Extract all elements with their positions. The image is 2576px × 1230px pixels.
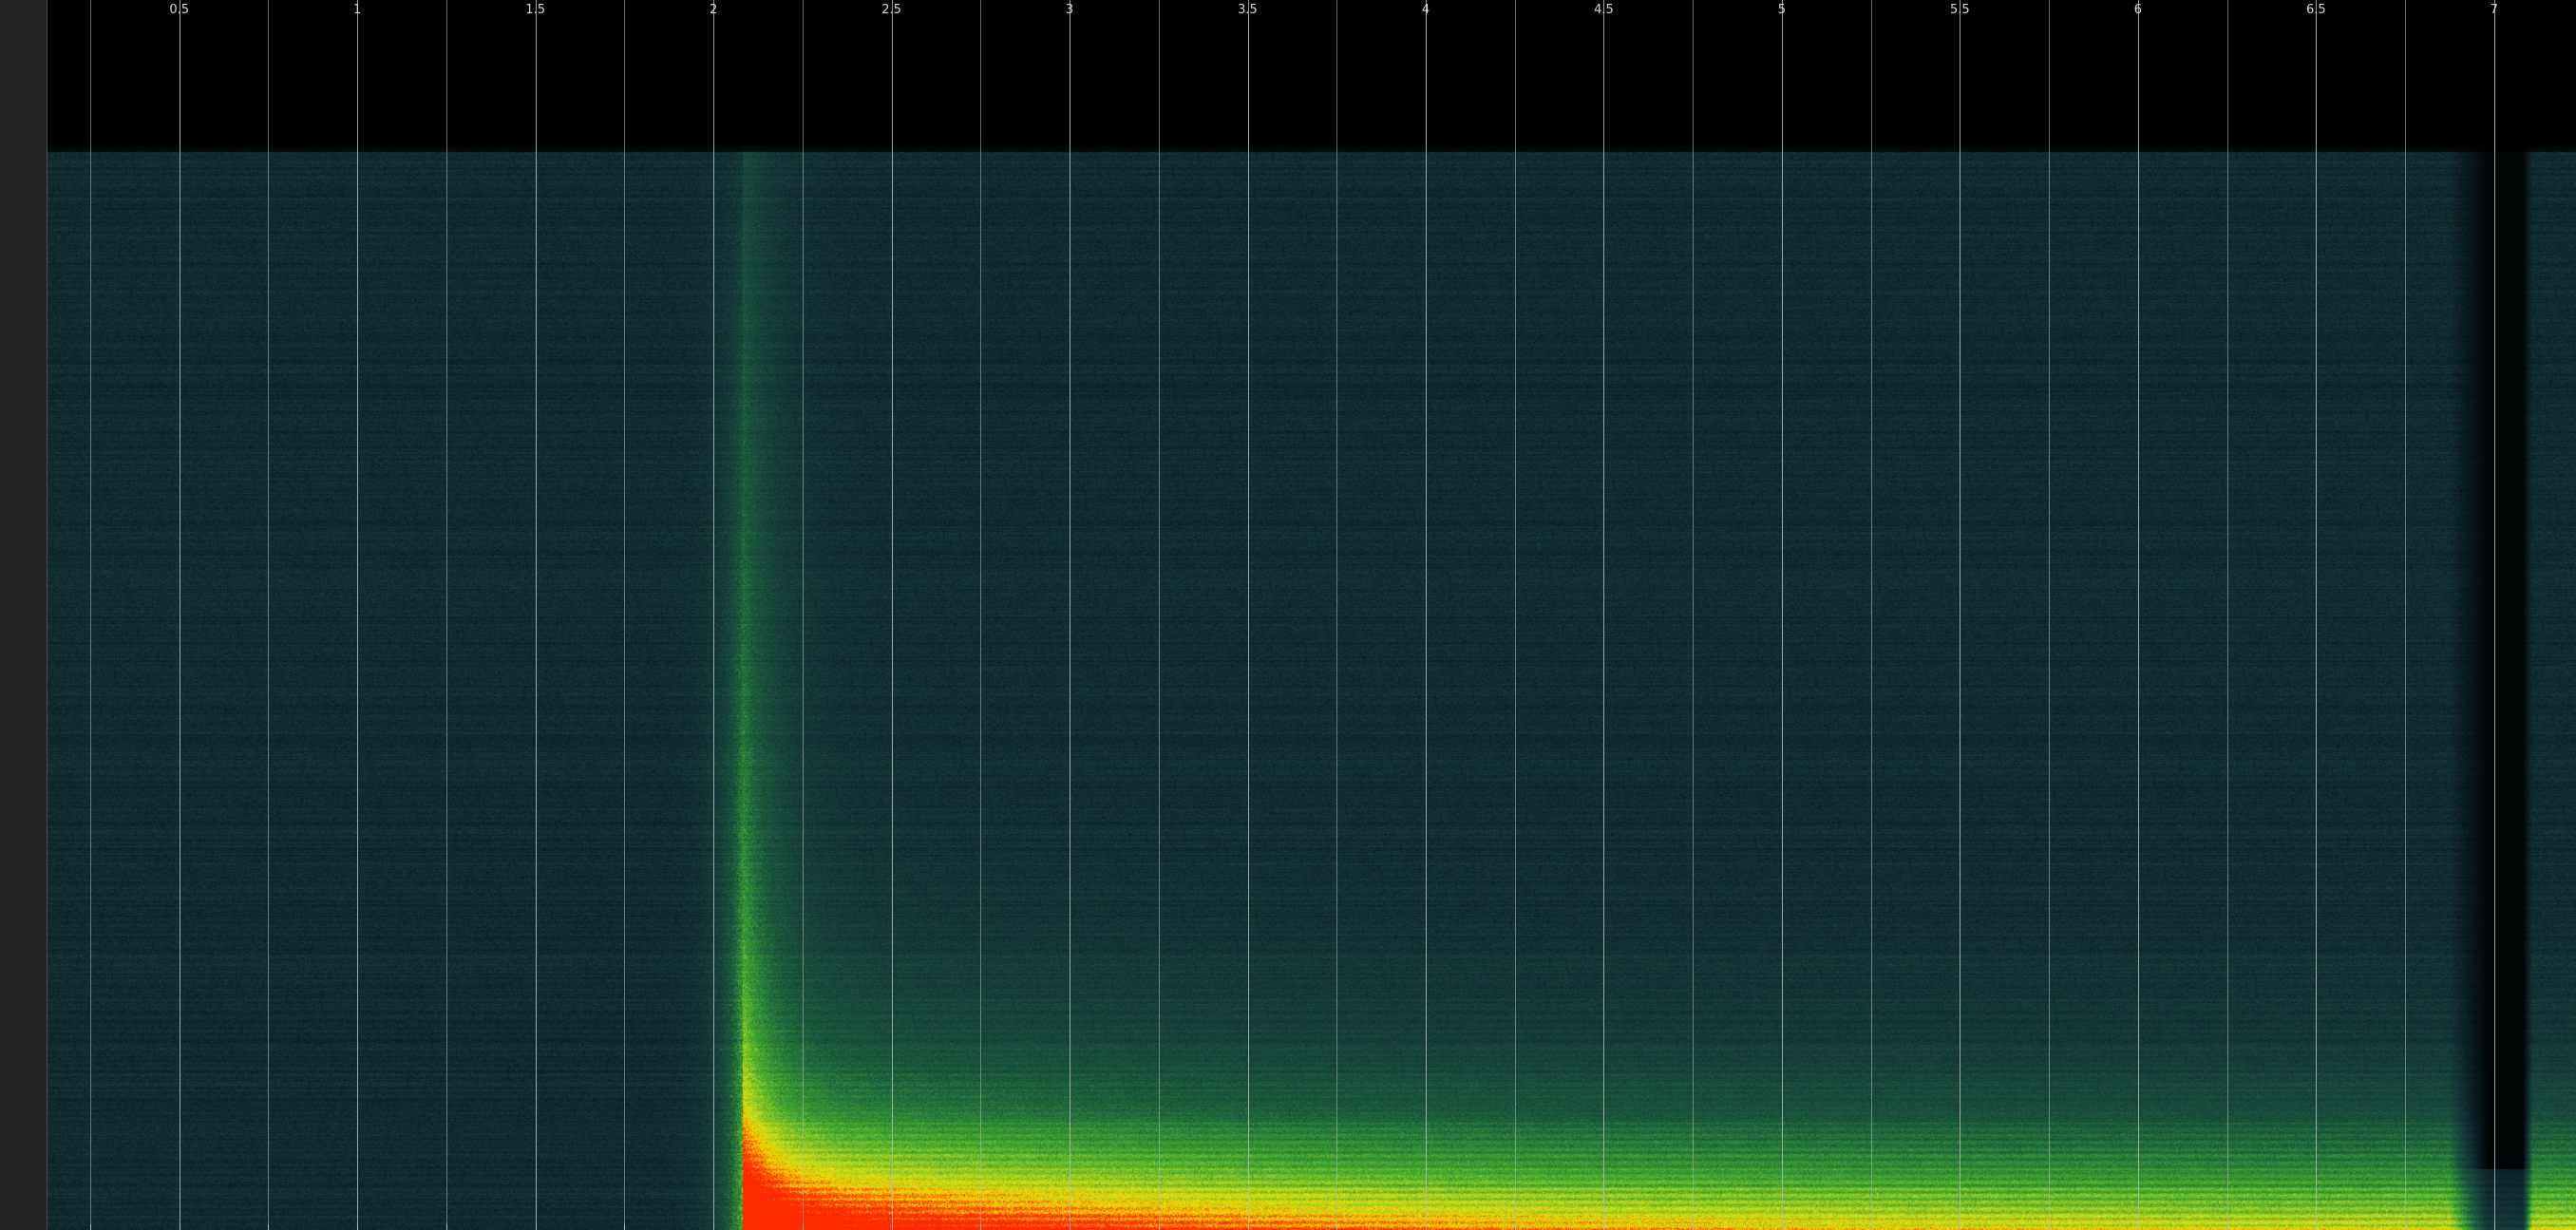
spectrogram-canvas[interactable] <box>47 0 2576 1230</box>
side-panel <box>0 0 47 1230</box>
timeline-ruler[interactable] <box>47 0 2576 23</box>
spectrogram-app: 0.5 1 1.5 2 2.5 3 3.5 4 4.5 5 5.5 6 6.5 7 <box>0 0 2576 1230</box>
